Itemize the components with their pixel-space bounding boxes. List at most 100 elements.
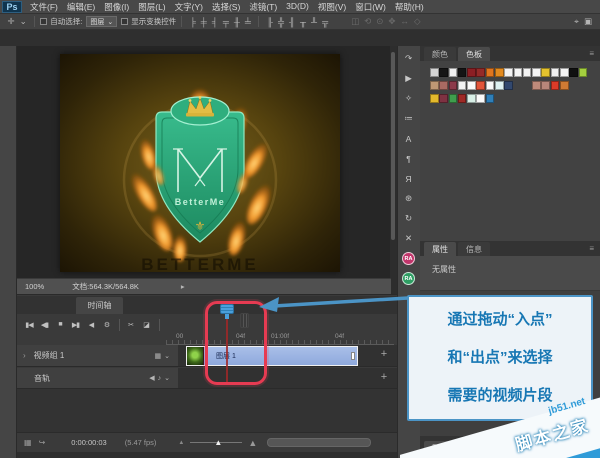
- color-swatch[interactable]: [551, 81, 560, 90]
- menu-item[interactable]: 文字(Y): [175, 1, 203, 13]
- auto-select-dropdown[interactable]: 图层 ⌄: [86, 16, 117, 27]
- plugin-badge-green[interactable]: RA: [402, 272, 415, 285]
- panel-tab[interactable]: 路径: [492, 441, 524, 455]
- 3d-mode-icon[interactable]: ◫: [351, 16, 359, 27]
- move-tool-preset-icon[interactable]: ✛: [8, 16, 15, 27]
- menu-item[interactable]: 视图(V): [318, 1, 346, 13]
- color-swatch[interactable]: [449, 68, 458, 77]
- color-swatch[interactable]: [579, 68, 588, 77]
- actions-icon[interactable]: ▶: [402, 72, 416, 85]
- menu-item[interactable]: 文件(F): [30, 1, 58, 13]
- brush-presets-icon[interactable]: ⊛: [402, 192, 416, 205]
- color-swatch[interactable]: [532, 81, 541, 90]
- color-swatch[interactable]: [532, 68, 541, 77]
- color-swatch[interactable]: [476, 68, 485, 77]
- expand-icon[interactable]: ›: [23, 351, 26, 360]
- color-swatch[interactable]: [430, 81, 439, 90]
- playback-options-button[interactable]: ⚙: [100, 318, 114, 332]
- color-swatch[interactable]: [467, 81, 476, 90]
- distribute-middle-icon[interactable]: ╬: [278, 17, 284, 27]
- tab-properties[interactable]: 属性: [424, 242, 456, 256]
- color-swatch[interactable]: [439, 94, 448, 103]
- close-icon[interactable]: ✕: [402, 232, 416, 245]
- panel-menu-icon[interactable]: ≡: [589, 49, 594, 58]
- menu-item[interactable]: 编辑(E): [67, 1, 95, 13]
- mute-button[interactable]: ◀: [84, 318, 98, 332]
- color-swatch[interactable]: [486, 94, 495, 103]
- next-frame-button[interactable]: ▶▮: [69, 318, 83, 332]
- color-swatch[interactable]: [569, 68, 578, 77]
- character-icon[interactable]: A: [402, 132, 416, 145]
- clip-out-point-handle[interactable]: [351, 352, 355, 360]
- color-swatch[interactable]: [439, 68, 448, 77]
- distribute-right-icon[interactable]: ╦: [322, 17, 328, 27]
- color-swatch[interactable]: [467, 94, 476, 103]
- align-right-icon[interactable]: ╡: [212, 17, 218, 27]
- show-transform-checkbox[interactable]: [121, 18, 128, 25]
- tab-swatches[interactable]: 色板: [458, 47, 490, 61]
- tab-info[interactable]: 信息: [458, 242, 490, 256]
- menu-item[interactable]: 帮助(H): [395, 1, 424, 13]
- color-swatch[interactable]: [514, 68, 523, 77]
- color-swatch[interactable]: [439, 81, 448, 90]
- color-swatch[interactable]: [449, 94, 458, 103]
- color-swatch[interactable]: [458, 81, 467, 90]
- auto-select-checkbox[interactable]: [40, 18, 47, 25]
- color-swatch[interactable]: [486, 81, 495, 90]
- color-swatch[interactable]: [458, 68, 467, 77]
- distribute-center-icon[interactable]: ╨: [311, 17, 317, 27]
- render-video-icon[interactable]: ↪: [39, 438, 46, 447]
- tab-color[interactable]: 颜色: [424, 47, 456, 61]
- split-clip-button[interactable]: ✂: [124, 318, 138, 332]
- color-swatch[interactable]: [430, 68, 439, 77]
- vertical-scrollbar-thumb[interactable]: [391, 52, 395, 240]
- chevron-down-icon[interactable]: ⌄: [164, 374, 170, 382]
- menu-item[interactable]: 图像(I): [104, 1, 129, 13]
- distribute-bottom-icon[interactable]: ╢: [289, 17, 295, 27]
- frames-icon[interactable]: ▦: [24, 438, 32, 447]
- history-icon[interactable]: ↷: [402, 52, 416, 65]
- workspace-layout-icon[interactable]: ▣: [584, 16, 592, 27]
- transition-button[interactable]: ◪: [140, 318, 154, 332]
- align-center-h-icon[interactable]: ╪: [201, 17, 207, 27]
- add-audio-button[interactable]: +: [377, 371, 391, 383]
- zoom-in-icon[interactable]: ▲: [248, 438, 257, 448]
- distribute-left-icon[interactable]: ╥: [300, 17, 306, 27]
- panel-tab[interactable]: 通道: [458, 441, 490, 455]
- first-frame-button[interactable]: ▮◀: [22, 318, 36, 332]
- 3d-drag-icon[interactable]: ✥: [388, 16, 395, 27]
- paragraph-icon[interactable]: ¶: [402, 152, 416, 165]
- color-swatch[interactable]: [560, 68, 569, 77]
- color-swatch[interactable]: [467, 68, 476, 77]
- menu-item[interactable]: 图层(L): [138, 1, 165, 13]
- 3d-roll-icon[interactable]: ⊙: [376, 16, 383, 27]
- align-top-icon[interactable]: ╤: [223, 17, 229, 27]
- play-button[interactable]: ■: [53, 318, 67, 332]
- tab-timeline[interactable]: 时间轴: [76, 297, 123, 314]
- timeline-zoom-slider[interactable]: ▲: [190, 442, 242, 443]
- chevron-down-icon[interactable]: ⌄: [164, 352, 170, 360]
- color-swatch[interactable]: [486, 68, 495, 77]
- adjustments-icon[interactable]: ≔: [402, 112, 416, 125]
- distribute-top-icon[interactable]: ╟: [267, 17, 273, 27]
- color-swatch[interactable]: [504, 81, 513, 90]
- 3d-rotate-icon[interactable]: ⟲: [364, 16, 371, 27]
- 3d-scale-icon[interactable]: ◇: [414, 16, 421, 27]
- chevron-right-icon[interactable]: ▸: [181, 282, 185, 291]
- align-middle-icon[interactable]: ╫: [234, 17, 240, 27]
- color-swatch[interactable]: [541, 68, 550, 77]
- prev-frame-button[interactable]: ◀▮: [38, 318, 52, 332]
- color-swatch[interactable]: [430, 94, 439, 103]
- color-swatch[interactable]: [541, 81, 550, 90]
- zoom-tool-icon[interactable]: ⌖: [574, 16, 579, 27]
- film-icon[interactable]: ▦: [155, 352, 162, 360]
- color-swatch[interactable]: [560, 81, 569, 90]
- color-swatch[interactable]: [495, 68, 504, 77]
- speaker-icon[interactable]: ◀: [149, 374, 154, 382]
- chevron-down-icon[interactable]: ⌄: [20, 16, 27, 27]
- menu-item[interactable]: 3D(D): [286, 1, 309, 13]
- glyphs-icon[interactable]: Я: [402, 172, 416, 185]
- 3d-slide-icon[interactable]: ↔: [401, 16, 410, 27]
- add-media-button[interactable]: +: [377, 348, 391, 360]
- color-swatch[interactable]: [495, 81, 504, 90]
